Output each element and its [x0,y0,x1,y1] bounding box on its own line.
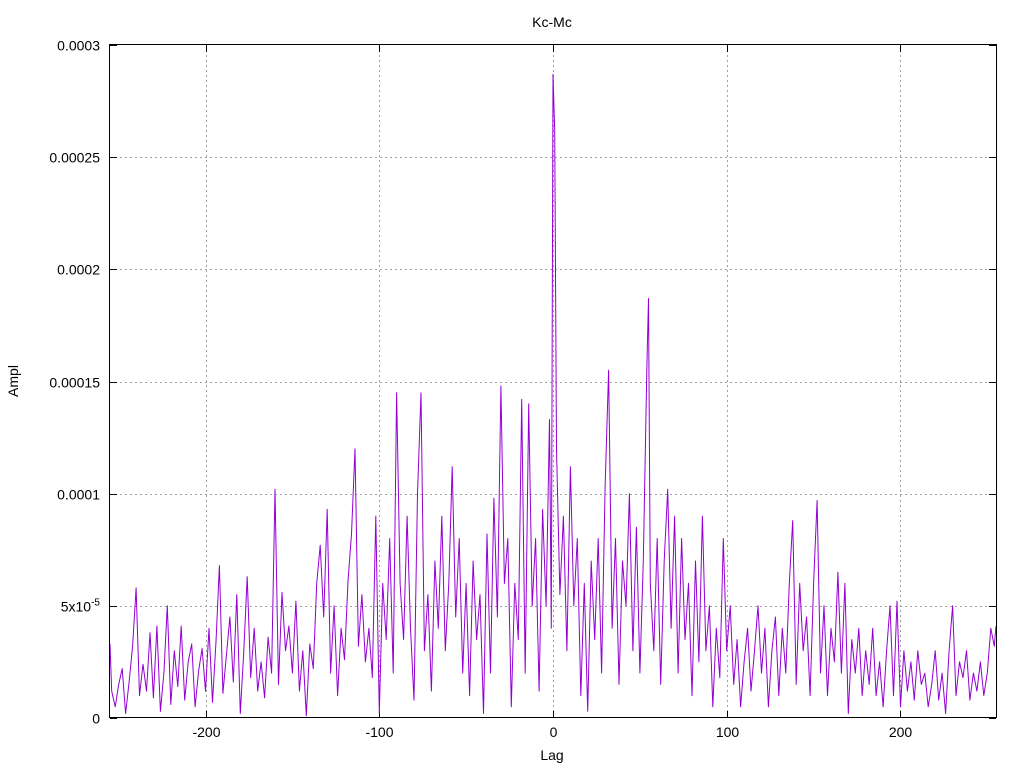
y-tick-label: 0 [92,711,100,727]
y-axis-title: Ampl [5,365,21,397]
x-tick-label: -200 [192,724,220,740]
x-tick-label: 0 [550,724,558,740]
chart-title: Kc-Mc [532,14,572,30]
x-tick-label: -100 [365,724,393,740]
y-tick-label: 0.0001 [57,487,100,503]
x-tick-label: 200 [889,724,913,740]
chart-canvas: Kc-Mc Ampl Lag 0 5x10-5 0.0001 0.00015 0.000… [5,14,997,763]
y-tick-label: 0.00025 [49,150,100,166]
y-tick-label: 0.0002 [57,262,100,278]
x-axis-title: Lag [540,747,563,763]
y-tick-label: 5x10-5 [61,598,101,615]
y-tick-label: 0.00015 [49,375,100,391]
axis-ticks: 0 5x10-5 0.0001 0.00015 0.0002 0.00025 0.0003 -… [49,38,996,740]
x-tick-label: 100 [716,724,740,740]
y-tick-label: 0.0003 [57,38,100,54]
